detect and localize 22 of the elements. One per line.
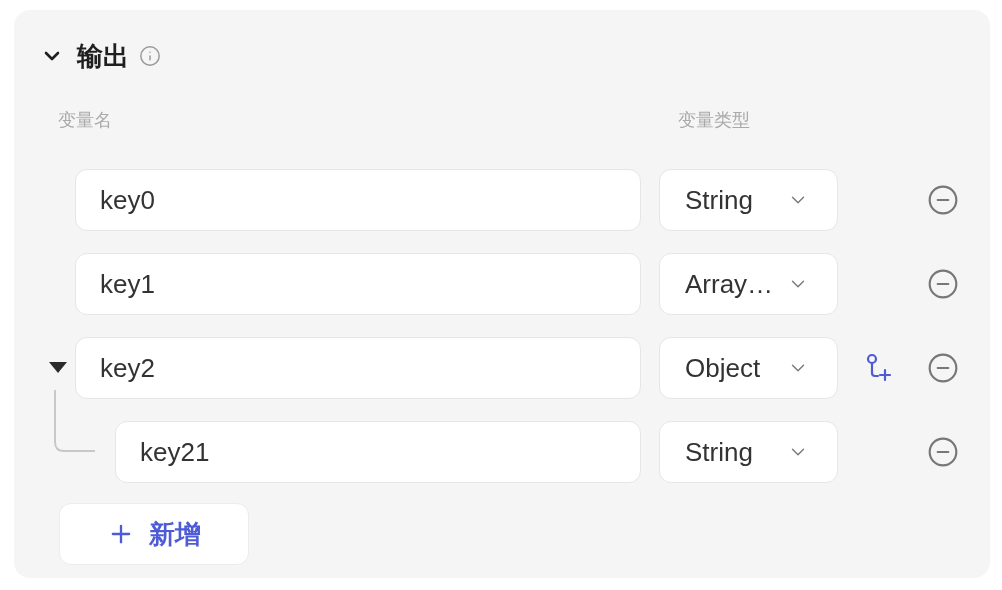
tree-connector-line [54,390,96,452]
variable-name-field[interactable]: key21 [115,421,641,483]
remove-button[interactable] [927,268,959,300]
remove-button[interactable] [927,436,959,468]
variable-name-field[interactable]: key2 [75,337,641,399]
remove-button[interactable] [927,352,959,384]
remove-icon [927,184,959,216]
add-button[interactable]: 新增 [59,503,249,565]
remove-icon [927,352,959,384]
type-select[interactable]: String [659,169,838,231]
type-select[interactable]: String [659,421,838,483]
remove-icon [927,268,959,300]
info-icon[interactable] [139,45,161,67]
variable-name-field[interactable]: key0 [75,169,641,231]
variable-name-field[interactable]: key1 [75,253,641,315]
section-title: 输出 [77,39,129,73]
column-header: 变量名 [58,108,113,132]
remove-button[interactable] [927,184,959,216]
type-select[interactable]: Object [659,337,838,399]
type-select[interactable]: Array… [659,253,838,315]
remove-icon [927,436,959,468]
column-header: 变量类型 [678,108,750,132]
